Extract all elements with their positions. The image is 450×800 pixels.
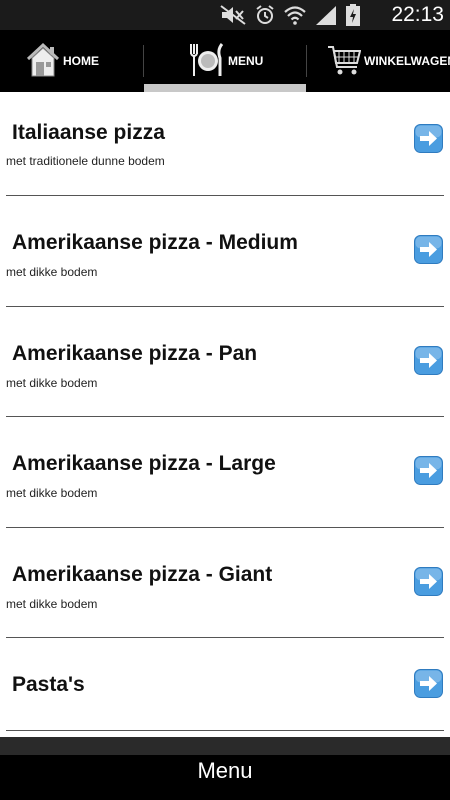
list-divider xyxy=(6,730,444,731)
mute-icon xyxy=(220,5,246,25)
menu-item-subtitle: met dikke bodem xyxy=(6,265,98,279)
shopping-cart-icon xyxy=(327,43,362,80)
menu-item-subtitle: met dikke bodem xyxy=(6,597,98,611)
menu-item-amerikaanse-pizza-pan[interactable]: Amerikaanse pizza - Pan met dikke bodem xyxy=(0,313,450,423)
menu-item-title: Amerikaanse pizza - Giant xyxy=(12,563,273,586)
menu-item-title: Amerikaanse pizza - Pan xyxy=(12,342,258,365)
status-icons xyxy=(220,3,360,27)
tab-home[interactable]: HOME xyxy=(0,30,143,92)
plate-cutlery-icon xyxy=(189,42,225,81)
active-tab-indicator xyxy=(144,84,306,92)
arrow-right-icon[interactable] xyxy=(414,669,443,698)
status-bar: 22:13 xyxy=(0,0,450,30)
tab-cart[interactable]: WINKELWAGEN xyxy=(307,30,450,92)
battery-charging-icon xyxy=(346,4,360,26)
menu-item-amerikaanse-pizza-large[interactable]: Amerikaanse pizza - Large met dikke bode… xyxy=(0,423,450,533)
bottom-bar-top-strip xyxy=(0,737,450,755)
menu-item-title: Pasta's xyxy=(12,673,85,696)
tab-menu-label: MENU xyxy=(228,54,264,68)
top-navigation: HOME MENU WINKELWAGEN xyxy=(0,30,450,92)
list-divider xyxy=(6,195,444,196)
signal-icon xyxy=(315,5,337,25)
menu-item-title: Amerikaanse pizza - Large xyxy=(12,452,276,475)
arrow-right-icon[interactable] xyxy=(414,567,443,596)
menu-item-subtitle: met dikke bodem xyxy=(6,376,98,390)
tab-menu[interactable]: MENU xyxy=(144,30,306,92)
arrow-right-icon[interactable] xyxy=(414,456,443,485)
menu-item-subtitle: met dikke bodem xyxy=(6,486,98,500)
menu-item-pastas[interactable]: Pasta's xyxy=(0,645,450,737)
tab-cart-label: WINKELWAGEN xyxy=(364,54,450,68)
menu-item-title: Italiaanse pizza xyxy=(12,121,165,144)
bottom-bar: Menu xyxy=(0,737,450,800)
arrow-right-icon[interactable] xyxy=(414,346,443,375)
arrow-right-icon[interactable] xyxy=(414,124,443,153)
alarm-icon xyxy=(255,5,275,25)
list-divider xyxy=(6,527,444,528)
menu-item-amerikaanse-pizza-medium[interactable]: Amerikaanse pizza - Medium met dikke bod… xyxy=(0,202,450,312)
bottom-bar-title: Menu xyxy=(197,758,253,783)
menu-list[interactable]: Italiaanse pizza met traditionele dunne … xyxy=(0,92,450,737)
list-divider xyxy=(6,637,444,638)
arrow-right-icon[interactable] xyxy=(414,235,443,264)
list-divider xyxy=(6,416,444,417)
status-clock: 22:13 xyxy=(391,3,444,26)
menu-item-amerikaanse-pizza-giant[interactable]: Amerikaanse pizza - Giant met dikke bode… xyxy=(0,534,450,644)
home-icon xyxy=(26,42,60,81)
menu-item-italiaanse-pizza[interactable]: Italiaanse pizza met traditionele dunne … xyxy=(0,92,450,202)
list-divider xyxy=(6,306,444,307)
wifi-icon xyxy=(284,5,306,25)
tab-home-label: HOME xyxy=(63,54,99,68)
menu-item-subtitle: met traditionele dunne bodem xyxy=(6,154,165,168)
menu-item-title: Amerikaanse pizza - Medium xyxy=(12,231,298,254)
